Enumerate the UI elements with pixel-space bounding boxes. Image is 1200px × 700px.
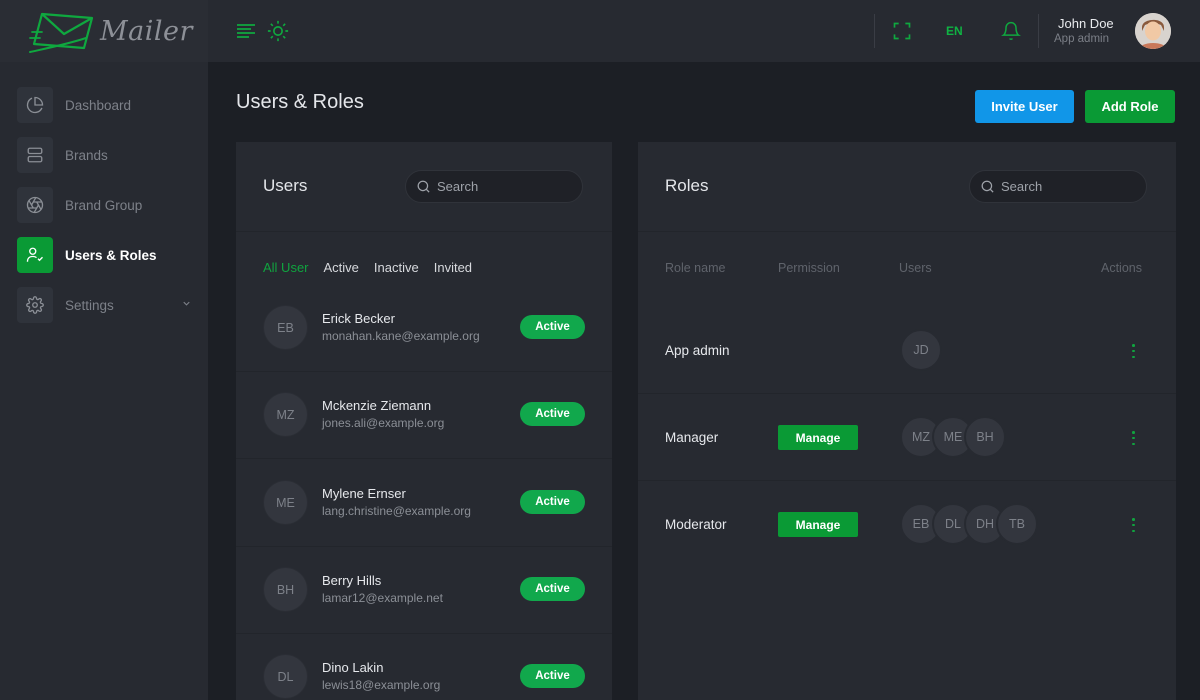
user-role: App admin [1054, 33, 1109, 45]
user-name: Mylene Ernser [322, 486, 406, 501]
user-email: jones.ali@example.org [322, 416, 445, 430]
status-badge: Active [520, 315, 585, 339]
user-check-icon [17, 237, 53, 273]
bell-icon[interactable] [1001, 20, 1021, 42]
sidebar-item-label: Brand Group [65, 197, 143, 213]
user-email: monahan.kane@example.org [322, 329, 480, 343]
more-actions-icon[interactable] [1132, 344, 1136, 358]
tab-all-user[interactable]: All User [263, 260, 309, 275]
avatar: JD [900, 329, 942, 371]
language-selector[interactable]: EN [946, 24, 963, 38]
more-actions-icon[interactable] [1132, 518, 1136, 532]
status-badge: Active [520, 490, 585, 514]
column-header-role-name[interactable]: Role name [665, 261, 725, 275]
sidebar-item-users-roles[interactable]: Users & Roles [0, 230, 208, 280]
table-row[interactable]: Moderator Manage EB DL DH TB [638, 481, 1176, 568]
table-row[interactable]: BH Berry Hills lamar12@example.net Activ… [236, 547, 612, 634]
more-actions-icon[interactable] [1132, 431, 1136, 445]
avatar[interactable] [1135, 13, 1171, 49]
status-badge: Active [520, 577, 585, 601]
user-name[interactable]: John Doe [1058, 16, 1114, 31]
users-panel-header: Users Search [236, 142, 612, 232]
sidebar-item-label: Dashboard [65, 97, 132, 113]
avatar: TB [996, 503, 1038, 545]
user-email: lang.christine@example.org [322, 504, 471, 518]
sidebar-item-label: Users & Roles [65, 247, 157, 263]
role-name: Manager [665, 430, 719, 445]
user-email: lewis18@example.org [322, 678, 441, 692]
add-role-button[interactable]: Add Role [1085, 90, 1175, 123]
sun-icon[interactable] [267, 20, 289, 42]
server-icon [17, 137, 53, 173]
sidebar-nav: Dashboard Brands Brand Group Users & Rol… [0, 62, 208, 330]
sidebar-item-brand-group[interactable]: Brand Group [0, 180, 208, 230]
sidebar-item-settings[interactable]: Settings [0, 280, 208, 330]
app-logo[interactable]: Mailer [0, 0, 208, 62]
role-name: App admin [665, 343, 730, 358]
tab-active[interactable]: Active [324, 260, 359, 275]
tab-invited[interactable]: Invited [434, 260, 472, 275]
gear-icon [17, 287, 53, 323]
users-panel-title: Users [263, 176, 308, 195]
user-name: Mckenzie Ziemann [322, 398, 432, 413]
roles-panel: Roles Search Role name Permission Users … [638, 142, 1176, 700]
sidebar-item-label: Brands [65, 147, 108, 163]
search-icon [417, 180, 430, 193]
app-name: Mailer [100, 15, 193, 47]
chevron-down-icon[interactable] [181, 298, 192, 309]
user-email: lamar12@example.net [322, 591, 443, 605]
column-header-actions[interactable]: Actions [1101, 261, 1142, 275]
avatar: MZ [263, 392, 308, 437]
page-title: Users & Roles [236, 91, 364, 113]
user-name: Berry Hills [322, 573, 382, 588]
search-placeholder: Search [437, 179, 479, 194]
user-name: Dino Lakin [322, 660, 384, 675]
status-badge: Active [520, 664, 585, 688]
users-search-input[interactable]: Search [405, 170, 583, 203]
avatar: BH [263, 567, 308, 612]
permission-button[interactable]: Manage [778, 512, 858, 537]
envelope-logo-icon [29, 12, 94, 53]
table-row[interactable]: DL Dino Lakin lewis18@example.org Active [236, 634, 612, 700]
search-icon [981, 180, 994, 193]
roles-search-input[interactable]: Search [969, 170, 1147, 203]
avatar: EB [263, 305, 308, 350]
table-row[interactable]: Manager Manage MZ ME BH [638, 394, 1176, 481]
menu-lines-icon[interactable] [236, 23, 256, 39]
avatar: DL [263, 654, 308, 699]
avatar: BH [964, 416, 1006, 458]
invite-user-button[interactable]: Invite User [975, 90, 1074, 123]
pie-chart-icon [17, 87, 53, 123]
users-panel: Users Search All User Active Inactive In… [236, 142, 612, 700]
user-name: Erick Becker [322, 311, 395, 326]
status-badge: Active [520, 402, 585, 426]
aperture-icon [17, 187, 53, 223]
table-row[interactable]: ME Mylene Ernser lang.christine@example.… [236, 460, 612, 547]
topbar-divider [1038, 14, 1039, 48]
fullscreen-icon[interactable] [892, 21, 912, 41]
column-header-users[interactable]: Users [899, 261, 932, 275]
table-row[interactable]: EB Erick Becker monahan.kane@example.org… [236, 285, 612, 372]
sidebar: Mailer Dashboard Brands Brand Group User… [0, 0, 208, 700]
sidebar-item-label: Settings [65, 297, 114, 313]
topbar: EN John Doe App admin [208, 0, 1200, 62]
user-filter-tabs: All User Active Inactive Invited [263, 260, 472, 275]
table-row[interactable]: MZ Mckenzie Ziemann jones.ali@example.or… [236, 372, 612, 459]
avatar: ME [263, 480, 308, 525]
table-row[interactable]: App admin JD [638, 307, 1176, 394]
sidebar-item-dashboard[interactable]: Dashboard [0, 80, 208, 130]
topbar-divider [874, 14, 875, 48]
search-placeholder: Search [1001, 179, 1043, 194]
permission-button[interactable]: Manage [778, 425, 858, 450]
sidebar-item-brands[interactable]: Brands [0, 130, 208, 180]
column-header-permission[interactable]: Permission [778, 261, 840, 275]
roles-panel-header: Roles Search [638, 142, 1176, 232]
role-name: Moderator [665, 517, 727, 532]
roles-panel-title: Roles [665, 176, 709, 195]
tab-inactive[interactable]: Inactive [374, 260, 419, 275]
